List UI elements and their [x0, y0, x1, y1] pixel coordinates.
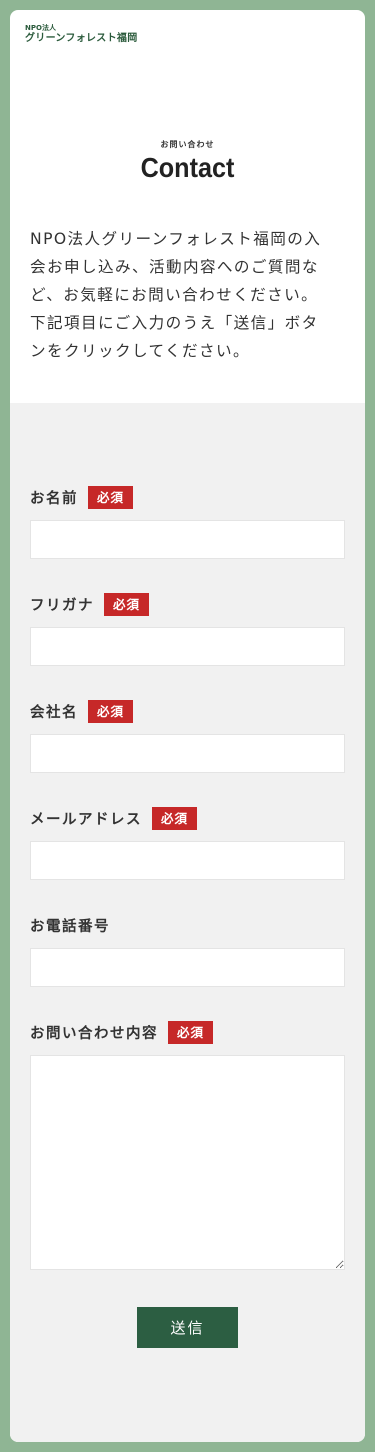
required-badge: 必須 — [168, 1020, 214, 1044]
inquiry-textarea[interactable] — [30, 1055, 345, 1270]
furigana-input[interactable] — [30, 627, 345, 666]
name-label-text: お名前 — [30, 490, 78, 507]
phone-label-text: お電話番号 — [30, 918, 110, 935]
name-input[interactable] — [30, 520, 345, 559]
phone-label: お電話番号 — [30, 913, 110, 937]
furigana-label-text: フリガナ — [30, 597, 94, 614]
name-label: お名前 必須 — [30, 485, 134, 509]
email-input[interactable] — [30, 841, 345, 880]
intro-line: 会お申し込み、活動内容へのご質問な — [30, 258, 319, 276]
site-logo[interactable]: NPO法人 グリーンフォレスト福岡 — [25, 25, 138, 44]
intro-text: NPO法人グリーンフォレスト福岡の入 会お申し込み、活動内容へのご質問な ど、お… — [30, 225, 348, 365]
required-badge: 必須 — [88, 699, 134, 723]
intro-line: ンをクリックしてください。 — [30, 342, 250, 360]
contact-card: NPO法人 グリーンフォレスト福岡 お問い合わせ Contact NPO法人グリ… — [10, 10, 365, 1442]
email-label-text: メールアドレス — [30, 811, 142, 828]
page-subtitle: お問い合わせ — [160, 140, 215, 149]
phone-input[interactable] — [30, 948, 345, 987]
logo-line-1: NPO法人 — [25, 24, 56, 32]
inquiry-label: お問い合わせ内容 必須 — [30, 1020, 214, 1044]
inquiry-label-text: お問い合わせ内容 — [30, 1025, 158, 1042]
company-input[interactable] — [30, 734, 345, 773]
submit-button[interactable]: 送信 — [137, 1307, 238, 1348]
intro-line: 下記項目にご入力のうえ「送信」ボタ — [30, 314, 319, 332]
email-label: メールアドレス 必須 — [30, 806, 198, 830]
logo-line-2: グリーンフォレスト福岡 — [25, 33, 138, 44]
required-badge: 必須 — [152, 806, 198, 830]
intro-line: NPO法人グリーンフォレスト福岡の入 — [30, 230, 322, 248]
company-label-text: 会社名 — [30, 704, 78, 721]
furigana-label: フリガナ 必須 — [30, 592, 150, 616]
required-badge: 必須 — [104, 592, 150, 616]
required-badge: 必須 — [88, 485, 134, 509]
contact-form: お名前 必須 フリガナ 必須 会社名 必須 メールアドレス 必須 お電話番号 お… — [10, 403, 365, 1442]
company-label: 会社名 必須 — [30, 699, 134, 723]
page-title: Contact — [140, 152, 235, 183]
intro-line: ど、お気軽にお問い合わせください。 — [30, 286, 319, 304]
